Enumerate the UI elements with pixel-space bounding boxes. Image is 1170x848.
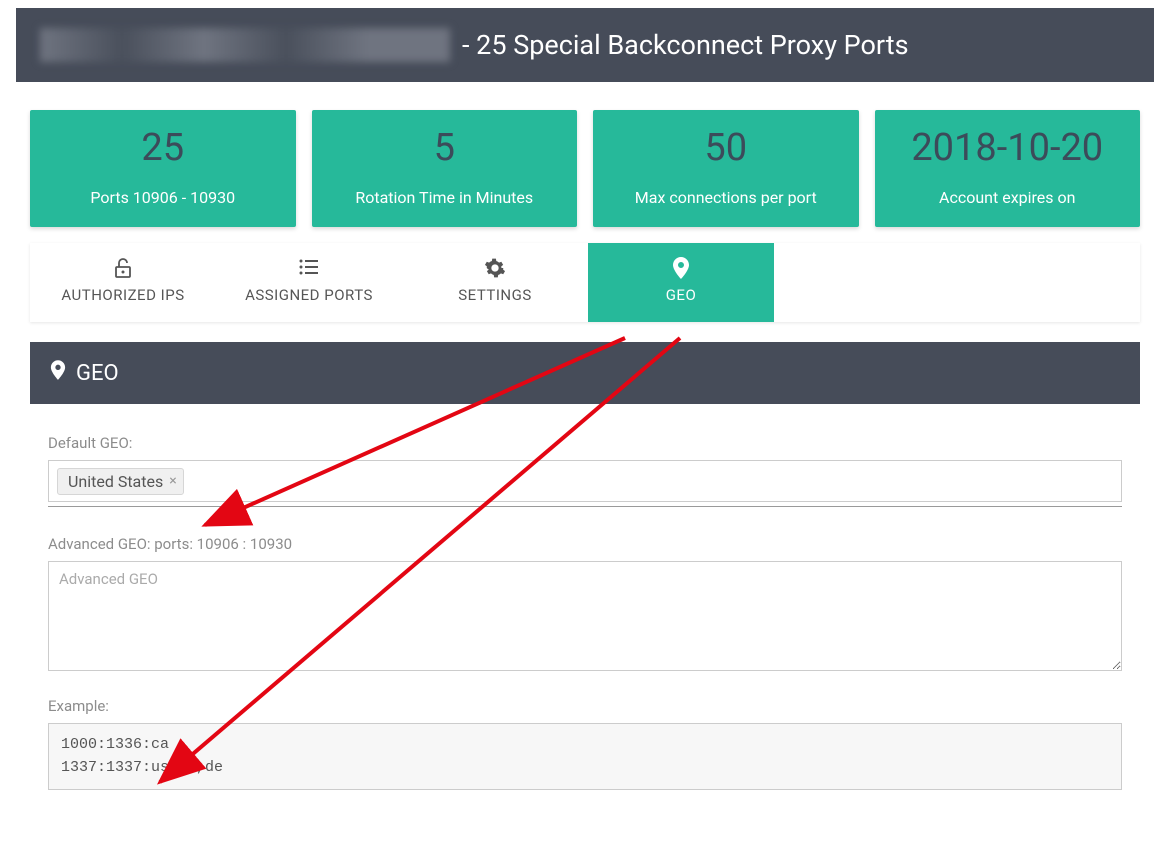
tab-bar: AUTHORIZED IPS ASSIGNED PORTS SETTINGS G… xyxy=(30,243,1140,322)
tab-assigned-ports[interactable]: ASSIGNED PORTS xyxy=(216,243,402,322)
stats-row: 25 Ports 10906 - 10930 5 Rotation Time i… xyxy=(0,90,1170,243)
tab-label: AUTHORIZED IPS xyxy=(61,286,184,304)
stat-label: Ports 10906 - 10930 xyxy=(38,188,288,207)
obscured-prefix xyxy=(40,28,450,62)
stat-label: Account expires on xyxy=(883,188,1133,207)
gear-icon xyxy=(430,257,560,279)
page-header: - 25 Special Backconnect Proxy Ports xyxy=(16,8,1154,82)
tab-authorized-ips[interactable]: AUTHORIZED IPS xyxy=(30,243,216,322)
panel-body: Default GEO: United States × Advanced GE… xyxy=(30,404,1140,800)
panel-title: GEO xyxy=(76,361,119,386)
panel-header: GEO xyxy=(30,342,1140,404)
stat-card-ports: 25 Ports 10906 - 10930 xyxy=(30,110,296,227)
stat-value: 25 xyxy=(38,126,288,170)
tag-text: United States xyxy=(68,472,163,491)
advanced-geo-textarea[interactable] xyxy=(48,561,1122,671)
tab-label: GEO xyxy=(666,286,697,304)
stat-value: 50 xyxy=(601,126,851,170)
tab-label: SETTINGS xyxy=(458,286,532,304)
tab-geo[interactable]: GEO xyxy=(588,243,774,322)
unlock-icon xyxy=(58,257,188,279)
stat-card-expires: 2018-10-20 Account expires on xyxy=(875,110,1141,227)
stat-label: Rotation Time in Minutes xyxy=(320,188,570,207)
page-title-suffix: - 25 Special Backconnect Proxy Ports xyxy=(462,29,909,61)
close-icon[interactable]: × xyxy=(169,473,176,489)
default-geo-label: Default GEO: xyxy=(48,434,1122,452)
example-box: 1000:1336:ca 1337:1337:us,ca,de xyxy=(48,723,1122,790)
advanced-geo-label: Advanced GEO: ports: 10906 : 10930 xyxy=(48,535,1122,553)
map-pin-icon xyxy=(50,360,66,386)
stat-value: 5 xyxy=(320,126,570,170)
stat-card-rotation: 5 Rotation Time in Minutes xyxy=(312,110,578,227)
map-pin-icon xyxy=(616,257,746,279)
tab-label: ASSIGNED PORTS xyxy=(245,286,373,304)
example-label: Example: xyxy=(48,697,1122,715)
divider xyxy=(48,506,1122,507)
stat-label: Max connections per port xyxy=(601,188,851,207)
geo-tag-united-states[interactable]: United States × xyxy=(57,468,184,495)
default-geo-input[interactable]: United States × xyxy=(48,460,1122,502)
tab-settings[interactable]: SETTINGS xyxy=(402,243,588,322)
list-icon xyxy=(244,257,374,279)
stat-value: 2018-10-20 xyxy=(883,126,1133,170)
stat-card-max-conn: 50 Max connections per port xyxy=(593,110,859,227)
